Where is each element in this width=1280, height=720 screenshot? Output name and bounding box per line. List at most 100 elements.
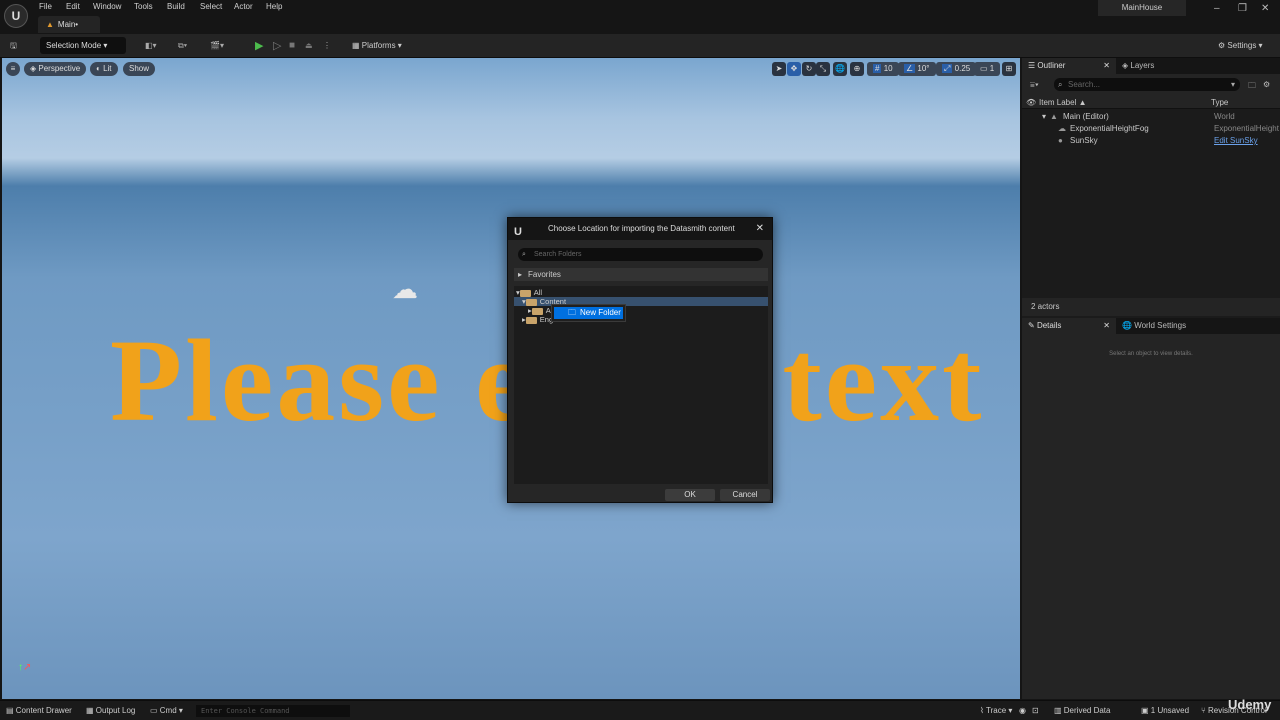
sky-light-icon[interactable]: ☁ bbox=[392, 274, 418, 305]
chevron-down-icon[interactable]: ▾ bbox=[1231, 78, 1235, 91]
menu-tools[interactable]: Tools bbox=[134, 2, 153, 11]
more-options-icon[interactable]: ⋮ bbox=[323, 38, 331, 54]
unreal-logo-icon[interactable]: U bbox=[4, 4, 28, 28]
eject-icon[interactable]: ⏏ bbox=[305, 38, 313, 54]
world-icon: ▲ bbox=[1050, 112, 1058, 121]
table-row[interactable]: ▾ ▲ Main (Editor) World bbox=[1022, 111, 1280, 122]
selection-mode-dropdown[interactable]: Selection Mode ▾ bbox=[40, 37, 126, 54]
settings-button[interactable]: ⚙ Settings ▾ bbox=[1218, 38, 1263, 54]
new-folder-menu-item[interactable]: 🗀 New Folder bbox=[554, 307, 623, 319]
show-button[interactable]: Show bbox=[123, 62, 156, 76]
outliner-search-placeholder: Search... bbox=[1068, 80, 1101, 89]
menu-file[interactable]: File bbox=[39, 2, 52, 11]
screenshot-icon[interactable]: ⊡ bbox=[1032, 706, 1039, 715]
close-icon[interactable]: ✕ bbox=[1261, 3, 1269, 14]
select-tool-icon[interactable]: ➤ bbox=[772, 62, 786, 76]
output-log-button[interactable]: ▦ Output Log bbox=[86, 706, 135, 715]
viewport-menu-icon[interactable]: ≡ bbox=[6, 62, 20, 76]
scale-tool-icon[interactable]: ⤡ bbox=[816, 62, 830, 76]
menu-build[interactable]: Build bbox=[167, 2, 185, 11]
angle-snap-value: 10° bbox=[917, 64, 930, 73]
tab-details[interactable]: ✎ Details ✕ bbox=[1022, 318, 1116, 334]
unsaved-button[interactable]: ▣ 1 Unsaved bbox=[1141, 706, 1189, 715]
edit-sunsky-link[interactable]: Edit SunSky bbox=[1214, 135, 1258, 146]
close-icon[interactable]: ✕ bbox=[1103, 318, 1110, 334]
grid-snap-button[interactable]: # 10 bbox=[867, 62, 899, 76]
save-icon[interactable]: 🖫 bbox=[10, 38, 17, 54]
menu-edit[interactable]: Edit bbox=[66, 2, 80, 11]
platforms-button[interactable]: ▦ Platforms ▾ bbox=[352, 38, 402, 54]
tree-item-all[interactable]: ▾ All bbox=[516, 288, 542, 297]
play-icon[interactable]: ▶ bbox=[255, 38, 263, 54]
lit-button[interactable]: ◐ Lit bbox=[90, 62, 118, 76]
dialog-title: Choose Location for importing the Datasm… bbox=[548, 224, 735, 233]
folder-search-placeholder: Search Folders bbox=[534, 251, 582, 258]
blueprint-icon[interactable]: ⧉▾ bbox=[178, 38, 187, 54]
platforms-label: Platforms bbox=[361, 41, 396, 50]
folder-search-input[interactable]: ⌕ Search Folders bbox=[518, 248, 763, 261]
menu-window[interactable]: Window bbox=[93, 2, 121, 11]
tree-expand-icon[interactable]: ▾ bbox=[1042, 111, 1046, 122]
tree-label-all: All bbox=[533, 288, 543, 297]
scale-snap-button[interactable]: ⤢ 0.25 bbox=[936, 62, 977, 76]
world-local-icon[interactable]: 🌐 bbox=[833, 62, 847, 76]
column-item-label[interactable]: Item Label ▲ bbox=[1039, 96, 1087, 109]
sun-icon: ● bbox=[1058, 136, 1063, 145]
surface-snap-icon[interactable]: ⊕ bbox=[850, 62, 864, 76]
gear-icon[interactable]: ⚙ bbox=[1263, 80, 1270, 89]
tab-outliner[interactable]: ☰ Outliner ✕ bbox=[1022, 58, 1116, 74]
grid-snap-icon: # bbox=[873, 64, 882, 73]
search-icon: ⌕ bbox=[522, 251, 526, 258]
menu-help[interactable]: Help bbox=[266, 2, 282, 11]
ok-button[interactable]: OK bbox=[665, 489, 715, 501]
stop-icon[interactable]: ■ bbox=[289, 38, 295, 54]
udemy-logo: Udemy bbox=[1228, 697, 1272, 712]
row-type: ExponentialHeight bbox=[1214, 124, 1279, 133]
status-bar: ▤ Content Drawer ▦ Output Log ▭ Cmd ▾ En… bbox=[0, 697, 1280, 720]
lit-label: Lit bbox=[103, 64, 112, 73]
perspective-button[interactable]: ◈ Perspective bbox=[24, 62, 87, 76]
record-icon[interactable]: ◉ bbox=[1019, 706, 1026, 715]
advance-frame-icon[interactable]: ▷ bbox=[273, 38, 281, 54]
add-folder-icon[interactable]: 🗀 bbox=[1248, 80, 1256, 94]
column-type[interactable]: Type bbox=[1211, 96, 1228, 109]
camera-speed-button[interactable]: ▭ 1 bbox=[974, 62, 1001, 76]
perspective-label: Perspective bbox=[38, 64, 81, 73]
cancel-button[interactable]: Cancel bbox=[720, 489, 770, 501]
outliner-search-input[interactable]: ⌕ Search... ▾ bbox=[1054, 78, 1240, 91]
translate-tool-icon[interactable]: ✥ bbox=[787, 62, 801, 76]
menu-actor[interactable]: Actor bbox=[234, 2, 253, 11]
table-row[interactable]: ● SunSky Edit SunSky bbox=[1022, 135, 1280, 146]
derived-data-button[interactable]: ▥ Derived Data bbox=[1054, 706, 1110, 715]
dialog-close-icon[interactable]: ✕ bbox=[756, 218, 764, 240]
tab-world-settings[interactable]: 🌐 World Settings bbox=[1122, 318, 1186, 334]
minimize-icon[interactable]: – bbox=[1214, 3, 1220, 14]
rotate-tool-icon[interactable]: ↻ bbox=[802, 62, 816, 76]
new-folder-label: New Folder bbox=[580, 308, 621, 317]
trace-label: Trace bbox=[985, 706, 1007, 715]
row-type: World bbox=[1214, 112, 1235, 121]
menu-select[interactable]: Select bbox=[200, 2, 222, 11]
add-actor-icon[interactable]: ◧▾ bbox=[145, 38, 157, 54]
maximize-viewport-icon[interactable]: ⊞ bbox=[1002, 62, 1016, 76]
close-icon[interactable]: ✕ bbox=[1103, 58, 1110, 74]
table-row[interactable]: ☁ ExponentialHeightFog ExponentialHeight bbox=[1022, 123, 1280, 134]
tab-layers[interactable]: ◈ Layers bbox=[1122, 58, 1154, 74]
cmd-dropdown[interactable]: ▭ Cmd ▾ bbox=[150, 706, 183, 715]
content-drawer-button[interactable]: ▤ Content Drawer bbox=[6, 706, 72, 715]
row-label: ExponentialHeightFog bbox=[1070, 124, 1149, 133]
angle-snap-button[interactable]: ∠ 10° bbox=[898, 62, 936, 76]
cinematics-icon[interactable]: 🎬▾ bbox=[210, 38, 224, 54]
tree-item-ar[interactable]: ▸ Ar bbox=[528, 306, 553, 315]
console-input[interactable]: Enter Console Command bbox=[196, 705, 350, 717]
datasmith-import-dialog: U Choose Location for importing the Data… bbox=[507, 217, 773, 503]
tab-main-level[interactable]: ▲ Main• bbox=[38, 16, 100, 33]
tree-item-engine[interactable]: ▸ Eng bbox=[522, 315, 553, 324]
visibility-icon[interactable]: 👁 bbox=[1026, 96, 1036, 109]
restore-icon[interactable]: ❐ bbox=[1238, 3, 1247, 14]
trace-button[interactable]: ⌇ Trace ▾ bbox=[980, 706, 1012, 715]
filter-icon[interactable]: ⩸▾ bbox=[1030, 80, 1039, 90]
derived-data-label: Derived Data bbox=[1063, 706, 1111, 715]
row-label: SunSky bbox=[1070, 136, 1098, 145]
favorites-section[interactable]: ▸ Favorites bbox=[514, 268, 768, 281]
